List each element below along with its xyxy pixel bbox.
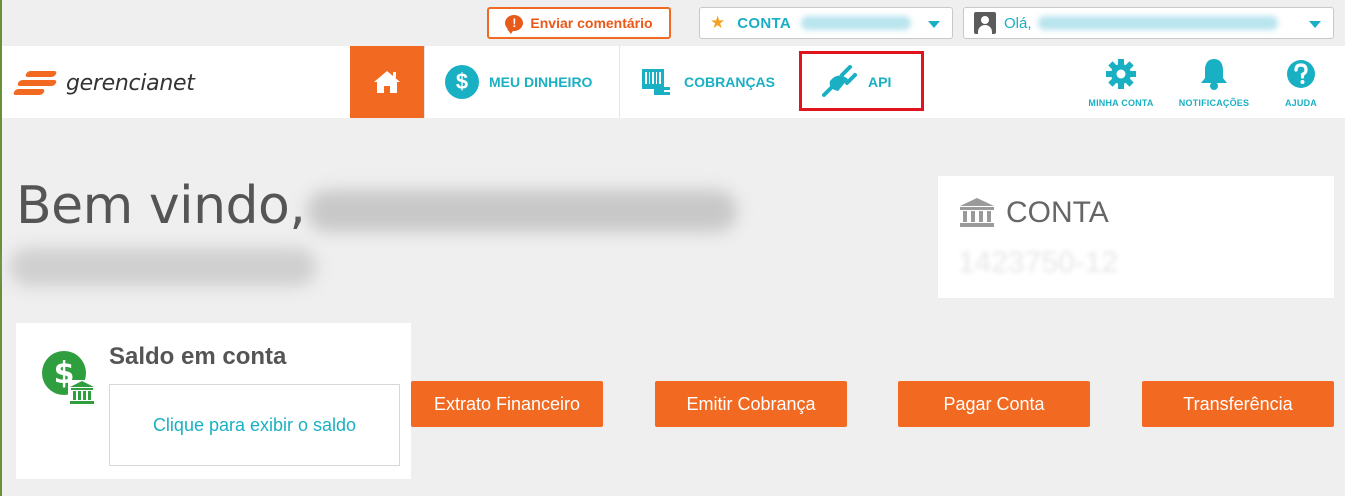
welcome-name-redacted-line2	[10, 248, 316, 286]
send-feedback-label: Enviar comentário	[530, 15, 653, 31]
balance-bank-coin-icon: $	[42, 351, 96, 406]
nav-ajuda[interactable]: AJUDA	[1256, 56, 1345, 108]
gear-icon	[1106, 59, 1136, 89]
nav-meu-dinheiro[interactable]: $ MEU DINHEIRO	[424, 46, 620, 118]
account-number-redacted: 1423750-12	[958, 246, 1119, 279]
money-coin-icon: $	[445, 65, 479, 99]
logo-stripes-icon	[12, 66, 58, 100]
main-nav: gerencianet $ MEU DINHEIRO COBRANÇAS API…	[2, 46, 1345, 118]
nav-minha-conta-label: MINHA CONTA	[1088, 98, 1154, 108]
home-icon	[374, 71, 400, 93]
balance-card: $ Saldo em conta Clique para exibir o sa…	[16, 323, 411, 479]
user-name-redacted	[1037, 16, 1278, 30]
barcode-invoice-icon	[642, 69, 672, 95]
show-balance-button[interactable]: Clique para exibir o saldo	[109, 384, 400, 466]
nav-minha-conta[interactable]: MINHA CONTA	[1076, 56, 1166, 108]
account-number-redacted	[800, 16, 911, 30]
user-greeting: Olá,	[1004, 14, 1032, 32]
star-icon: ★	[710, 13, 726, 32]
help-icon	[1287, 60, 1315, 88]
bell-icon	[1201, 59, 1227, 90]
account-selector[interactable]: ★ CONTA	[699, 7, 953, 39]
nav-meu-dinheiro-label: MEU DINHEIRO	[489, 74, 593, 90]
api-highlight-box	[799, 51, 924, 111]
nav-cobrancas-label: COBRANÇAS	[684, 74, 775, 90]
top-bar: ! Enviar comentário ★ CONTA Olá,	[2, 0, 1345, 46]
chevron-down-icon	[1309, 21, 1321, 28]
nav-home-button[interactable]	[350, 46, 424, 118]
pagar-conta-button[interactable]: Pagar Conta	[898, 381, 1090, 427]
nav-cobrancas[interactable]: COBRANÇAS	[619, 46, 801, 118]
account-selector-label: CONTA	[737, 14, 791, 32]
user-avatar-icon	[974, 12, 996, 34]
nav-notificacoes[interactable]: NOTIFICAÇÕES	[1169, 56, 1259, 108]
brand-name: gerencianet	[66, 70, 195, 96]
transferencia-button[interactable]: Transferência	[1142, 381, 1334, 427]
feedback-bubble-icon: !	[505, 15, 524, 34]
account-card-title: CONTA	[1006, 196, 1109, 229]
chevron-down-icon	[928, 21, 940, 28]
bank-icon	[960, 198, 994, 227]
emitir-cobranca-button[interactable]: Emitir Cobrança	[655, 381, 847, 427]
balance-title: Saldo em conta	[109, 343, 287, 370]
user-menu[interactable]: Olá,	[963, 7, 1334, 39]
nav-notificacoes-label: NOTIFICAÇÕES	[1178, 98, 1250, 108]
welcome-name-redacted	[307, 190, 737, 232]
account-card: CONTA 1423750-12	[938, 176, 1334, 298]
nav-ajuda-label: AJUDA	[1284, 98, 1317, 108]
extrato-financeiro-button[interactable]: Extrato Financeiro	[411, 381, 603, 427]
send-feedback-button[interactable]: ! Enviar comentário	[487, 7, 671, 39]
welcome-heading: Bem vindo,	[16, 176, 306, 236]
brand-logo[interactable]: gerencianet	[12, 66, 195, 100]
